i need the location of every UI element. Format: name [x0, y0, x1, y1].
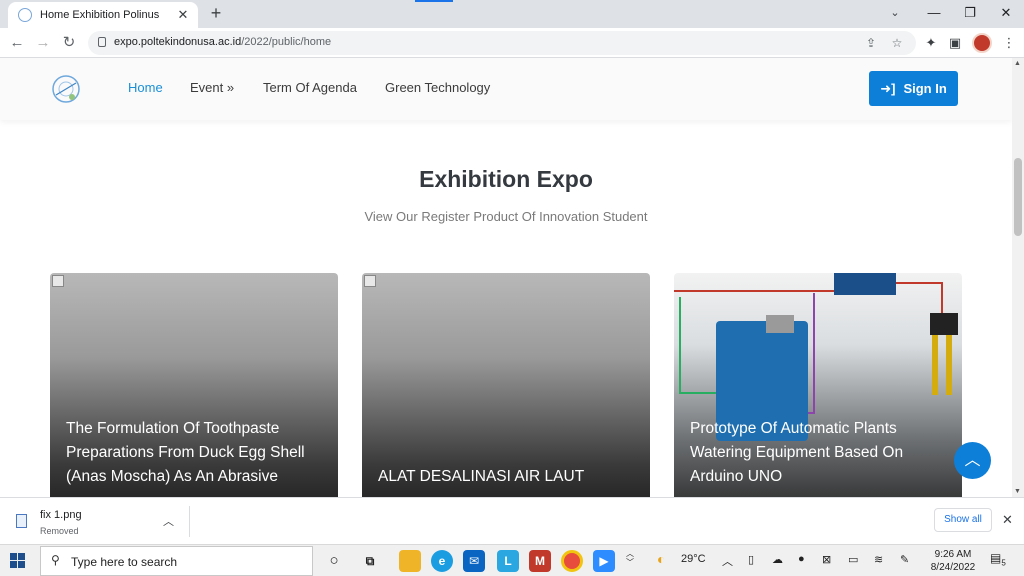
side-panel-icon[interactable]: ▣: [944, 32, 966, 54]
battery-icon[interactable]: ▭: [848, 553, 858, 566]
lock-icon: [98, 37, 106, 47]
page-scrollbar[interactable]: ▲ ▼: [1012, 58, 1024, 497]
new-tab-button[interactable]: +: [205, 3, 227, 25]
broken-image-icon: [52, 275, 64, 287]
back-arrow-icon[interactable]: ←: [6, 32, 28, 54]
share-icon[interactable]: ⇪: [862, 34, 880, 52]
scrollbar-thumb[interactable]: [1014, 158, 1022, 236]
window-controls: — ❐ ✕: [916, 0, 1024, 28]
clock-date: 8/24/2022: [930, 562, 976, 573]
scroll-up-arrow-icon[interactable]: ▲: [1014, 60, 1021, 67]
tab-search-icon[interactable]: ⌄: [884, 4, 906, 24]
show-all-button[interactable]: Show all: [934, 508, 992, 532]
restore-icon[interactable]: ❐: [952, 0, 988, 28]
chevron-up-icon: ︿: [964, 452, 981, 469]
section-subheading: View Our Register Product Of Innovation …: [364, 209, 648, 224]
windows-start-icon[interactable]: [10, 553, 26, 569]
site-logo[interactable]: [50, 73, 82, 105]
chevron-up-icon[interactable]: ︿: [163, 513, 174, 529]
extensions-puzzle-icon[interactable]: ✦: [920, 32, 942, 54]
tab-close-icon[interactable]: ✕: [174, 7, 192, 23]
nav-term-of-agenda[interactable]: Term Of Agenda: [263, 80, 357, 95]
site-navbar: Home Event » Term Of Agenda Green Techno…: [0, 58, 1012, 120]
weather-icon: ◐: [657, 551, 666, 567]
browser-tab[interactable]: Home Exhibition Polinus ✕: [8, 2, 198, 28]
taskbar-search-box[interactable]: ⚲ Type here to search: [40, 546, 313, 576]
tray-alert-icon[interactable]: ⊠: [822, 553, 831, 566]
taskbar-search-placeholder: Type here to search: [71, 555, 178, 569]
taskbar-scroll-icon[interactable]: ︿ ﹀: [626, 549, 634, 567]
minimize-icon[interactable]: —: [916, 0, 952, 28]
zoom-icon[interactable]: ▶: [593, 550, 615, 572]
site-favicon-icon: [18, 8, 32, 22]
profile-avatar[interactable]: [972, 33, 992, 53]
product-card[interactable]: ALAT DESALINASI AIR LAUT: [362, 273, 650, 497]
windows-taskbar: ⚲ Type here to search ○ ⧉ e ✉ L M ▶ ︿ ﹀ ◐…: [0, 544, 1024, 576]
forward-arrow-icon[interactable]: →: [32, 32, 54, 54]
product-card-title: The Formulation Of Toothpaste Preparatio…: [66, 420, 305, 485]
broken-image-icon: [364, 275, 376, 287]
wifi-icon[interactable]: ≋: [874, 553, 883, 566]
nav-home[interactable]: Home: [128, 80, 163, 95]
reload-icon[interactable]: ↻: [58, 32, 80, 54]
shelf-divider: [189, 506, 190, 537]
bookmark-star-icon[interactable]: ☆: [888, 34, 906, 52]
sign-in-button[interactable]: ➜] Sign In: [869, 71, 958, 106]
taskbar-clock[interactable]: 9:26 AM 8/24/2022: [925, 548, 981, 574]
mail-icon[interactable]: ✉: [463, 550, 485, 572]
cloud-icon[interactable]: ☁: [772, 553, 783, 566]
clock-time: 9:26 AM: [934, 549, 972, 560]
tray-overflow-icon[interactable]: ︿: [722, 553, 733, 569]
product-card-title: Prototype Of Automatic Plants Watering E…: [690, 420, 904, 485]
nav-event[interactable]: Event »: [190, 80, 234, 95]
tab-title: Home Exhibition Polinus: [40, 9, 160, 21]
sign-in-label: Sign In: [903, 81, 947, 96]
file-explorer-icon[interactable]: [399, 550, 421, 572]
chrome-icon[interactable]: [561, 550, 583, 572]
address-bar[interactable]: expo.poltekindonusa.ac.id/2022/public/ho…: [88, 31, 916, 55]
edge-browser-icon[interactable]: e: [431, 550, 453, 572]
download-shelf: fix 1.png Removed ︿ Show all ✕: [0, 497, 1024, 544]
weather-temperature[interactable]: 29°C: [681, 553, 706, 565]
notification-icon[interactable]: ▤5: [990, 551, 1006, 567]
section-heading: Exhibition Expo: [419, 166, 593, 192]
product-card-title: ALAT DESALINASI AIR LAUT: [378, 468, 585, 485]
webpage: Home Event » Term Of Agenda Green Techno…: [0, 58, 1012, 497]
scroll-down-arrow-icon[interactable]: ▼: [1014, 488, 1021, 495]
url-text: expo.poltekindonusa.ac.id/2022/public/ho…: [114, 36, 332, 48]
pen-icon[interactable]: ✎: [900, 553, 909, 566]
cortana-icon[interactable]: ○: [323, 550, 345, 572]
tab-indicator: [415, 0, 453, 2]
shelf-close-icon[interactable]: ✕: [1002, 512, 1013, 528]
notification-count: 5: [1001, 558, 1006, 568]
nav-green-technology[interactable]: Green Technology: [385, 80, 490, 95]
product-card[interactable]: The Formulation Of Toothpaste Preparatio…: [50, 273, 338, 497]
image-file-icon: [16, 514, 27, 528]
app-l-icon[interactable]: L: [497, 550, 519, 572]
browser-toolbar: ← → ↻ expo.poltekindonusa.ac.id/2022/pub…: [0, 28, 1024, 58]
chrome-menu-icon[interactable]: ⋮: [998, 32, 1020, 54]
product-card[interactable]: Prototype Of Automatic Plants Watering E…: [674, 273, 962, 497]
download-filename[interactable]: fix 1.png: [40, 509, 82, 521]
search-icon: ⚲: [51, 553, 60, 567]
task-view-icon[interactable]: ⧉: [359, 550, 381, 572]
mcafee-icon[interactable]: M: [529, 550, 551, 572]
tray-app-icon[interactable]: ▯: [748, 553, 754, 566]
window-close-icon[interactable]: ✕: [988, 0, 1024, 28]
sign-in-icon: ➜]: [880, 80, 896, 96]
scroll-to-top-button[interactable]: ︿: [954, 442, 991, 479]
download-status: Removed: [40, 526, 79, 536]
browser-tab-strip: Home Exhibition Polinus ✕ + ⌄ — ❐ ✕: [0, 0, 1024, 28]
microphone-icon[interactable]: ●: [798, 553, 805, 565]
